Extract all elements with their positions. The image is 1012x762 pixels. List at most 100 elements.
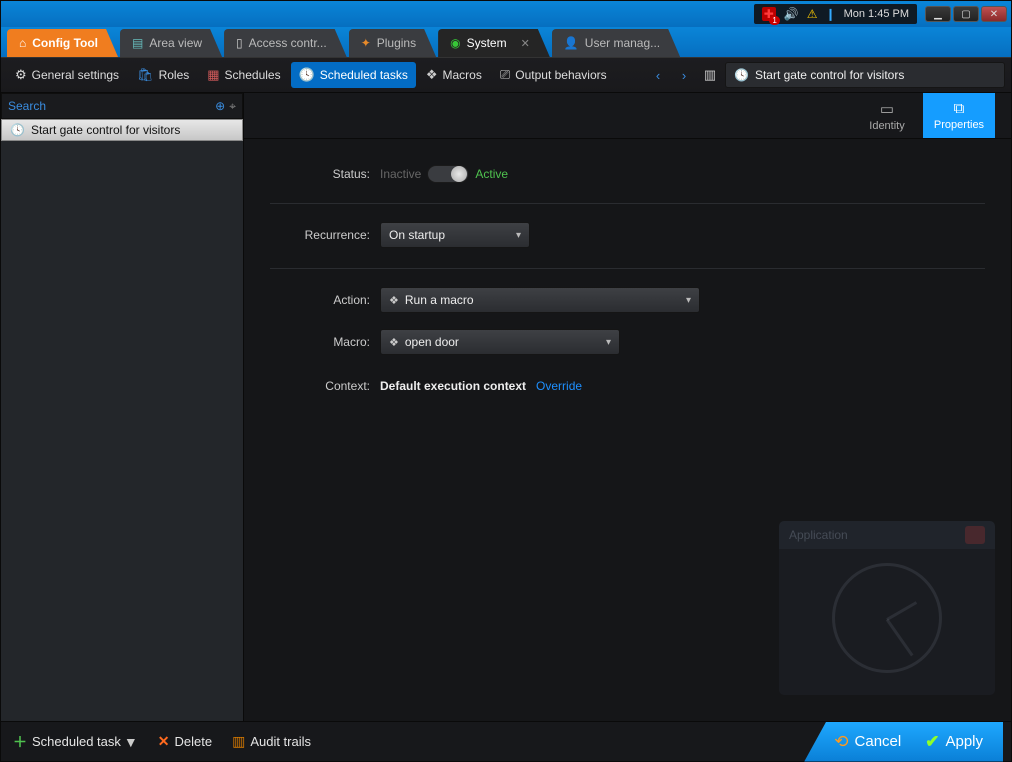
- search-row: ⊕ ⌖: [1, 93, 243, 119]
- button-label: Audit trails: [250, 734, 311, 749]
- gear-icon: ⚙: [15, 67, 27, 83]
- tab-config-tool[interactable]: ⌂ Config Tool: [7, 29, 118, 57]
- apply-button[interactable]: ✔ Apply: [925, 732, 983, 752]
- macro-icon: ❖: [389, 294, 399, 307]
- subnav-label: Schedules: [225, 68, 281, 82]
- dropdown-value: Run a macro: [405, 293, 474, 307]
- nav-tree-button[interactable]: ▥: [699, 64, 721, 86]
- area-icon: ▤: [132, 36, 143, 50]
- recurrence-dropdown[interactable]: On startup ▾: [380, 222, 530, 248]
- globe-icon[interactable]: ⊕: [215, 99, 225, 113]
- sub-nav-bar: ⚙ General settings 🛍 Roles ▦ Schedules 🕓…: [1, 57, 1011, 93]
- chevron-down-icon: ▾: [606, 337, 611, 348]
- health-icon[interactable]: ✚: [762, 7, 776, 21]
- maximize-button[interactable]: ▢: [953, 6, 979, 22]
- status-toggle[interactable]: Inactive Active: [380, 165, 508, 183]
- subnav-macros[interactable]: ❖ Macros: [418, 62, 490, 88]
- tab-label: User manag...: [585, 36, 660, 50]
- search-input[interactable]: [8, 99, 211, 113]
- nav-back-button[interactable]: ‹: [647, 64, 669, 86]
- tab-system[interactable]: ◉ System ✕: [438, 29, 550, 57]
- delete-icon: ✕: [158, 733, 170, 750]
- filter-icon[interactable]: ⌖: [229, 99, 236, 114]
- warning-icon[interactable]: ⚠: [807, 7, 818, 21]
- button-label: Cancel: [855, 733, 902, 750]
- subnav-label: Output behaviors: [515, 68, 606, 82]
- system-icon: ◉: [450, 36, 460, 50]
- nav-forward-button[interactable]: ›: [673, 64, 695, 86]
- tab-label: Config Tool: [32, 36, 98, 50]
- macro-dropdown[interactable]: ❖ open door ▾: [380, 329, 620, 355]
- tab-label: Area view: [149, 36, 202, 50]
- status-active-text: Active: [475, 167, 508, 181]
- delete-button[interactable]: ✕ Delete: [154, 729, 216, 754]
- roles-icon: 🛍: [137, 67, 154, 83]
- task-icon: 🕓: [734, 68, 749, 82]
- subnav-scheduled-tasks[interactable]: 🕓 Scheduled tasks: [291, 62, 416, 88]
- context-override-link[interactable]: Override: [536, 379, 582, 393]
- tab-area-view[interactable]: ▤ Area view: [120, 29, 222, 57]
- check-icon: ✔: [925, 732, 939, 752]
- subnav-label: Scheduled tasks: [320, 68, 408, 82]
- detail-tab-identity[interactable]: ▭ Identity: [851, 93, 923, 138]
- tab-plugins[interactable]: ✦ Plugins: [349, 29, 436, 57]
- schedule-icon: ▦: [207, 67, 219, 83]
- sidebar-item-task[interactable]: 🕓 Start gate control for visitors: [1, 119, 243, 141]
- close-button[interactable]: ✕: [981, 6, 1007, 22]
- properties-icon: ⧉: [954, 100, 965, 117]
- button-label: Apply: [945, 733, 983, 750]
- tab-user-management[interactable]: 👤 User manag...: [552, 29, 680, 57]
- add-scheduled-task-button[interactable]: ＋ Scheduled task ▼: [9, 728, 142, 756]
- tab-close-icon[interactable]: ✕: [521, 37, 530, 50]
- action-label: Action:: [270, 293, 380, 307]
- tab-label: Plugins: [377, 36, 416, 50]
- detail-tab-label: Properties: [934, 119, 984, 131]
- ghost-widget: Application: [779, 521, 995, 695]
- main-panel: ▭ Identity ⧉ Properties Status: Inactive…: [244, 93, 1011, 721]
- bottom-bar: ＋ Scheduled task ▼ ✕ Delete ▥ Audit trai…: [1, 721, 1011, 761]
- clock-text: Mon 1:45 PM: [844, 8, 909, 20]
- dropdown-value: open door: [405, 335, 459, 349]
- toggle-switch[interactable]: [427, 165, 469, 183]
- macro-icon: ❖: [426, 67, 438, 83]
- breadcrumb-text: Start gate control for visitors: [755, 68, 904, 82]
- ghost-close-icon: [965, 526, 985, 544]
- properties-form: Status: Inactive Active Recurrence: On s…: [244, 139, 1011, 419]
- audit-icon: ▥: [232, 733, 245, 750]
- card-icon: ▯: [236, 36, 243, 50]
- tab-access-control[interactable]: ▯ Access contr...: [224, 29, 347, 57]
- task-icon: 🕓: [10, 123, 25, 137]
- ghost-title: Application: [789, 528, 848, 542]
- subnav-roles[interactable]: 🛍 Roles: [129, 62, 197, 88]
- detail-tab-label: Identity: [869, 120, 904, 132]
- breadcrumb-field[interactable]: 🕓 Start gate control for visitors: [725, 62, 1005, 88]
- macro-icon: ❖: [389, 336, 399, 349]
- user-icon: 👤: [564, 36, 579, 50]
- subnav-general-settings[interactable]: ⚙ General settings: [7, 62, 127, 88]
- subnav-schedules[interactable]: ▦ Schedules: [199, 62, 288, 88]
- task-icon: 🕓: [299, 67, 315, 83]
- cancel-button[interactable]: ⟲ Cancel: [834, 732, 901, 752]
- button-label: Delete: [175, 734, 213, 749]
- audit-trails-button[interactable]: ▥ Audit trails: [228, 729, 315, 754]
- detail-tab-properties[interactable]: ⧉ Properties: [923, 93, 995, 138]
- plugin-icon: ✦: [361, 36, 371, 50]
- chevron-down-icon[interactable]: ▼: [124, 734, 138, 750]
- context-label: Context:: [270, 379, 380, 393]
- plus-icon: ＋: [13, 732, 27, 752]
- macro-label: Macro:: [270, 335, 380, 349]
- sidebar: ⊕ ⌖ 🕓 Start gate control for visitors: [1, 93, 244, 721]
- status-inactive-text: Inactive: [380, 167, 421, 181]
- dropdown-value: On startup: [389, 228, 445, 242]
- subnav-output-behaviors[interactable]: ⎚ Output behaviors: [492, 62, 615, 88]
- activity-icon[interactable]: ❙: [826, 7, 836, 21]
- minimize-button[interactable]: ▁: [925, 6, 951, 22]
- tab-label: Access contr...: [249, 36, 327, 50]
- main-tab-bar: ⌂ Config Tool ▤ Area view ▯ Access contr…: [1, 27, 1011, 57]
- title-bar: ✚ 🔊 ⚠ ❙ Mon 1:45 PM ▁ ▢ ✕: [1, 1, 1011, 27]
- action-dropdown[interactable]: ❖ Run a macro ▾: [380, 287, 700, 313]
- recurrence-label: Recurrence:: [270, 228, 380, 242]
- volume-icon[interactable]: 🔊: [784, 7, 799, 21]
- subnav-label: Roles: [159, 68, 190, 82]
- clock-icon: [832, 563, 942, 673]
